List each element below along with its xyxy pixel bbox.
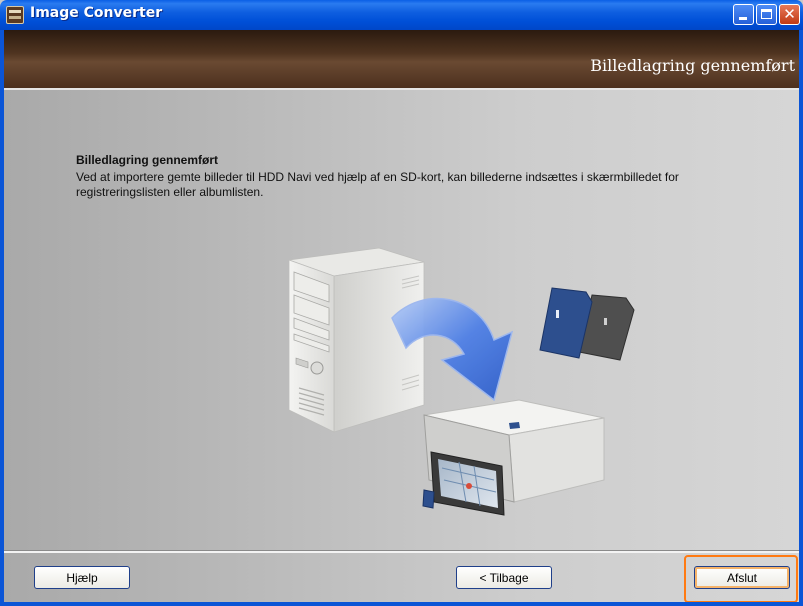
close-icon: ✕ bbox=[783, 5, 796, 23]
maximize-icon bbox=[761, 9, 772, 19]
header-title: Billedlagring gennemført bbox=[590, 56, 795, 75]
image-converter-icon bbox=[6, 6, 24, 24]
minimize-icon bbox=[739, 17, 747, 20]
maximize-button[interactable] bbox=[756, 4, 777, 25]
minimize-button[interactable] bbox=[733, 4, 754, 25]
close-button[interactable]: ✕ bbox=[779, 4, 800, 25]
finish-button-highlight bbox=[684, 555, 798, 602]
content-title: Billedlagring gennemført bbox=[76, 153, 219, 167]
header-divider bbox=[4, 88, 799, 90]
sd-cards-icon bbox=[539, 287, 635, 361]
help-button[interactable]: Hjælp bbox=[34, 566, 130, 589]
title-bar: Image Converter ✕ bbox=[0, 0, 803, 30]
back-button[interactable]: < Tilbage bbox=[456, 566, 552, 589]
window-title: Image Converter bbox=[30, 5, 163, 21]
transfer-illustration bbox=[288, 247, 635, 516]
content-description: Ved at importere gemte billeder til HDD … bbox=[76, 170, 679, 199]
wizard-header: Billedlagring gennemført bbox=[4, 30, 799, 88]
navigation-unit-icon bbox=[422, 399, 605, 516]
dialog-client-area: Billedlagring gennemført Billedlagring g… bbox=[4, 30, 799, 602]
footer-divider bbox=[4, 550, 799, 553]
